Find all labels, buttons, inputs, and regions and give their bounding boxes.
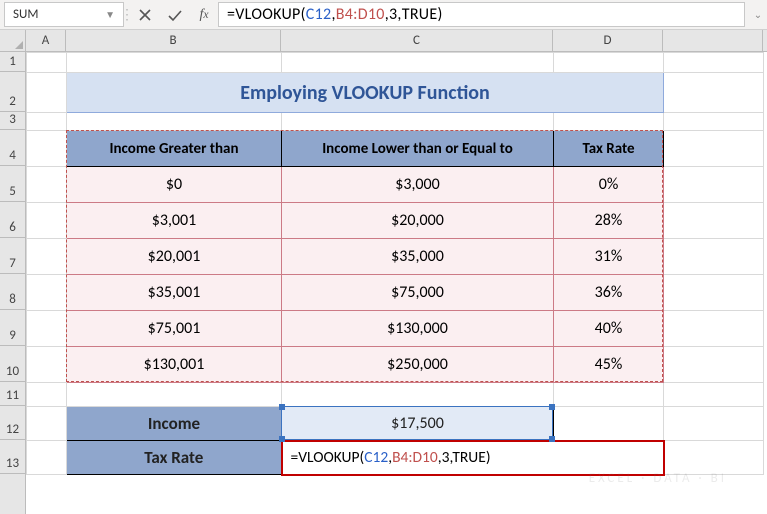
table-cell: 28%: [554, 203, 664, 239]
row-header[interactable]: 3: [0, 112, 25, 130]
table-cell: $3,001: [67, 203, 282, 239]
table-cell: $20,000: [282, 203, 554, 239]
table-cell: $75,001: [67, 311, 282, 347]
col-header[interactable]: A: [26, 30, 66, 51]
row-header[interactable]: 4: [0, 130, 25, 166]
table-cell: 0%: [554, 167, 664, 203]
row-header[interactable]: 2: [0, 72, 25, 112]
table-cell: $20,001: [67, 239, 282, 275]
formula-bar: SUM ▼ ⋮ fx =VLOOKUP(C12,B4:D10,3,TRUE) ⌄: [0, 0, 767, 30]
col-header[interactable]: D: [553, 30, 663, 51]
table-cell: 31%: [554, 239, 664, 275]
accept-formula-button[interactable]: [160, 0, 190, 29]
row-header[interactable]: 7: [0, 238, 25, 274]
table-header: Tax Rate: [554, 131, 664, 167]
expand-formula-icon[interactable]: ⌄: [749, 0, 767, 29]
table-cell: 40%: [554, 311, 664, 347]
table-cell: $35,000: [282, 239, 554, 275]
fx-icon[interactable]: fx: [190, 0, 218, 29]
row-header[interactable]: 10: [0, 346, 25, 382]
cancel-formula-button[interactable]: [130, 0, 160, 29]
active-cell-editor[interactable]: =VLOOKUP(C12,B4:D10,3,TRUE): [282, 441, 664, 475]
row-header[interactable]: 9: [0, 310, 25, 346]
col-header[interactable]: [663, 30, 763, 51]
formula-input[interactable]: =VLOOKUP(C12,B4:D10,3,TRUE): [218, 2, 745, 27]
row-header[interactable]: 13: [0, 440, 25, 474]
chevron-down-icon[interactable]: ▼: [105, 8, 115, 21]
row-header[interactable]: 12: [0, 406, 25, 440]
column-headers: A B C D: [26, 30, 767, 52]
table-cell: $0: [67, 167, 282, 203]
name-box[interactable]: SUM ▼: [4, 2, 124, 27]
taxrate-label: Tax Rate: [67, 441, 282, 475]
row-header[interactable]: 5: [0, 166, 25, 202]
cell-grid[interactable]: Employing VLOOKUP Function Income Greate…: [26, 52, 767, 514]
name-box-value: SUM: [13, 7, 38, 22]
table-cell: $250,000: [282, 347, 554, 383]
row-header[interactable]: 1: [0, 52, 25, 72]
table-cell: $3,000: [282, 167, 554, 203]
row-header[interactable]: 8: [0, 274, 25, 310]
col-header[interactable]: B: [66, 30, 281, 51]
table-cell: 45%: [554, 347, 664, 383]
select-all-corner[interactable]: [0, 30, 26, 52]
row-header[interactable]: 11: [0, 382, 25, 406]
table-cell: 36%: [554, 275, 664, 311]
table-cell: $130,000: [282, 311, 554, 347]
income-value: $17,500: [282, 407, 554, 441]
income-label: Income: [67, 407, 282, 441]
table-cell: $130,001: [67, 347, 282, 383]
row-header[interactable]: 6: [0, 202, 25, 238]
spreadsheet: A B C D 12345678910111213 Employing VLOO…: [0, 30, 767, 514]
table-header: Income Greater than: [67, 131, 282, 167]
table-header: Income Lower than or Equal to: [282, 131, 554, 167]
page-title: Employing VLOOKUP Function: [67, 73, 664, 113]
row-headers: 12345678910111213: [0, 52, 26, 514]
table-cell: $35,001: [67, 275, 282, 311]
col-header[interactable]: C: [281, 30, 553, 51]
table-cell: $75,000: [282, 275, 554, 311]
